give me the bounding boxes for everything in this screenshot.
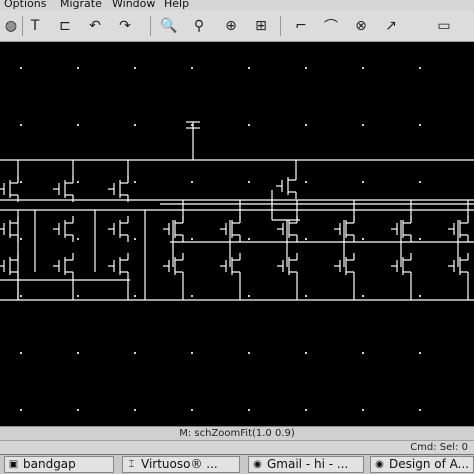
grid-dot (248, 124, 250, 126)
grid-dot (362, 409, 364, 411)
zoom-out-icon[interactable]: ⚲ (188, 16, 210, 36)
zoom-fit-icon[interactable]: ⊕ (220, 16, 242, 36)
task-bandgap[interactable]: ▣ bandgap (4, 456, 114, 473)
menu-help[interactable]: Help (164, 0, 189, 10)
grid-dot (248, 409, 250, 411)
grid-dot (20, 238, 22, 240)
grid-dot (305, 181, 307, 183)
grid-dot (191, 238, 193, 240)
wire-icon[interactable]: ⌐ (290, 16, 312, 36)
grid-dot (134, 67, 136, 69)
taskbar: ▣ bandgap ⌶ Virtuoso® ... ◉ Gmail - hi -… (0, 454, 474, 474)
browser-icon: ◉ (375, 459, 384, 470)
grid-dot (419, 295, 421, 297)
grid-dot (191, 409, 193, 411)
toolbar-separator (22, 16, 23, 36)
browser-icon: ◉ (253, 459, 262, 470)
grid-dot (419, 352, 421, 354)
grid-dot (77, 352, 79, 354)
undo-icon[interactable]: ↶ (84, 16, 106, 36)
status-line: M: schZoomFit(1.0 0.9) (0, 426, 474, 440)
grid-dot (77, 238, 79, 240)
grid-dot (305, 295, 307, 297)
task-gmail[interactable]: ◉ Gmail - hi - ... (248, 456, 364, 473)
redo-icon[interactable]: ↷ (114, 16, 136, 36)
grid-dot (134, 295, 136, 297)
grid-dot (77, 181, 79, 183)
grid-dot (419, 409, 421, 411)
mouse-status-text: M: schZoomFit(1.0 0.9) (179, 428, 295, 439)
arrow-icon[interactable]: ↗ (380, 16, 402, 36)
grid-dot (305, 124, 307, 126)
save-icon[interactable]: ◍ (0, 16, 22, 36)
grid-dot (362, 238, 364, 240)
schematic-drawing (0, 67, 474, 411)
grid-dot (248, 238, 250, 240)
grid-dot (362, 124, 364, 126)
grid-dot (134, 124, 136, 126)
toolbar-separator (280, 16, 281, 36)
grid-dot (134, 238, 136, 240)
grid-dot (362, 352, 364, 354)
grid-dot (20, 409, 22, 411)
pin-icon[interactable]: ⊏ (54, 16, 76, 36)
zoom-in-icon[interactable]: 🔍 (158, 16, 180, 36)
grid-dot (191, 352, 193, 354)
grid-dot (20, 124, 22, 126)
grid-dot (305, 67, 307, 69)
cmd-selection-text: Cmd: Sel: 0 (410, 442, 468, 453)
grid-dot (305, 238, 307, 240)
menu-window[interactable]: Window (112, 0, 155, 10)
select-icon[interactable]: ⌒ (320, 16, 342, 36)
virtuoso-icon: ⌶ (128, 459, 135, 470)
terminal-icon: ▣ (8, 459, 19, 470)
grid-dot (134, 352, 136, 354)
menu-bar: Options Migrate Window Help (0, 0, 474, 10)
grid-dot (248, 181, 250, 183)
menu-migrate[interactable]: Migrate (60, 0, 102, 10)
menu-options[interactable]: Options (4, 0, 46, 10)
grid-dot (191, 181, 193, 183)
task-virtuoso[interactable]: ⌶ Virtuoso® ... (122, 456, 240, 473)
toolbar-separator (150, 16, 151, 36)
zoom-area-icon[interactable]: ⊞ (250, 16, 272, 36)
grid-dot (362, 181, 364, 183)
toolbar: ◍ T ⊏ ↶ ↷ 🔍 ⚲ ⊕ ⊞ ⌐ ⌒ ⊗ ↗ ▭ (0, 10, 474, 42)
grid-dot (77, 409, 79, 411)
grid-dot (20, 181, 22, 183)
grid-dot (305, 409, 307, 411)
grid-dot (248, 295, 250, 297)
grid-dot (191, 295, 193, 297)
grid-dot (248, 67, 250, 69)
grid-dot (77, 67, 79, 69)
grid-dot (191, 67, 193, 69)
grid-dot (305, 352, 307, 354)
grid-dot (248, 352, 250, 354)
grid-dot (77, 124, 79, 126)
command-line[interactable]: Cmd: Sel: 0 (0, 440, 474, 454)
grid-dot (362, 67, 364, 69)
grid-dot (134, 409, 136, 411)
grid-dot (419, 238, 421, 240)
grid-dot (20, 295, 22, 297)
search-icon[interactable]: ⊗ (350, 16, 372, 36)
grid-dot (419, 181, 421, 183)
task-design[interactable]: ◉ Design of A... (370, 456, 474, 473)
grid-dot (134, 181, 136, 183)
grid-dot (20, 352, 22, 354)
panel-icon[interactable]: ▭ (420, 16, 468, 36)
grid-dot (362, 295, 364, 297)
grid-dot (419, 67, 421, 69)
text-tool-icon[interactable]: T (24, 16, 46, 36)
grid-dot (419, 124, 421, 126)
schematic-canvas[interactable] (0, 42, 474, 426)
grid-dot (77, 295, 79, 297)
grid-dot (20, 67, 22, 69)
